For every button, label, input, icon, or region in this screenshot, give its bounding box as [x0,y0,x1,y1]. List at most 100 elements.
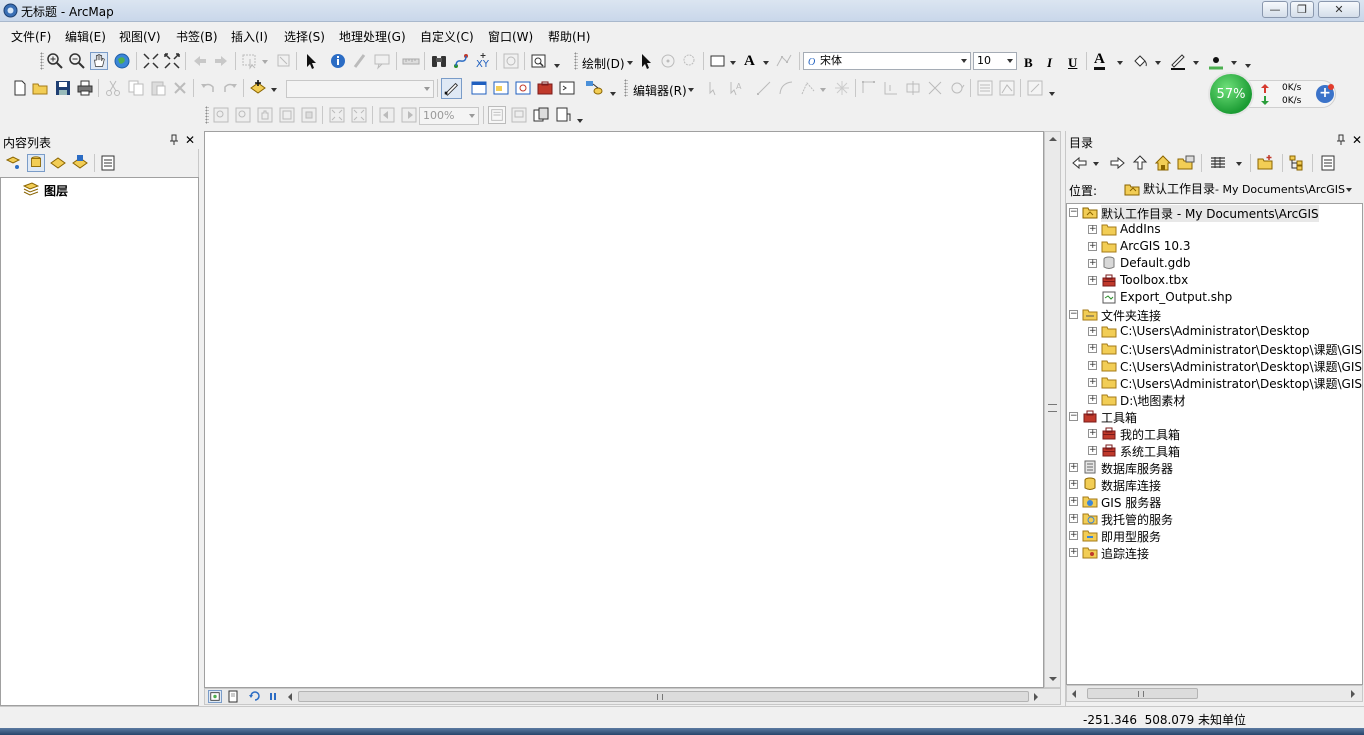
menu-customize[interactable]: 自定义(C) [420,28,474,45]
connect-to-folder-icon[interactable] [1177,154,1195,172]
split-tool-icon[interactable] [926,79,944,97]
toolbar-options-dropdown[interactable] [554,64,560,68]
rectangle-dropdown-icon[interactable] [730,61,736,65]
marker-color-dropdown-icon[interactable] [1231,61,1237,65]
catalog-tree-item[interactable]: + ArcGIS 10.3 [1067,238,1362,255]
catalog-tree-item[interactable]: − 文件夹连接 [1067,306,1362,323]
toc-options-icon[interactable] [99,154,117,172]
catalog-tree-item[interactable]: − 默认工作目录 - My Documents\ArcGIS [1067,204,1362,222]
edit-tool-icon[interactable] [704,79,722,97]
change-layout-icon[interactable] [532,106,550,124]
minimize-button[interactable]: — [1262,1,1288,18]
find-route-icon[interactable] [452,52,470,70]
html-popup-icon[interactable] [373,52,391,70]
font-size-select[interactable]: 10 [973,52,1017,70]
arctoolbox-window-icon[interactable] [536,79,554,97]
catalog-options-icon[interactable] [1319,154,1337,172]
edit-vertices-icon[interactable] [775,52,793,70]
map-view[interactable] [204,131,1044,688]
menu-geoprocessing[interactable]: 地理处理(G) [339,28,406,45]
catalog-tree-item[interactable]: Export_Output.shp [1067,289,1362,306]
home-icon[interactable] [1154,154,1172,172]
reshape-feature-icon[interactable] [882,79,900,97]
toggle-draft-mode-icon[interactable] [488,106,506,124]
attributes-icon[interactable] [976,79,994,97]
layout-back-extent-icon[interactable] [378,106,396,124]
toolbar-options-dropdown[interactable] [1049,92,1055,96]
redo-icon[interactable] [221,79,239,97]
expand-icon[interactable]: + [1069,463,1078,472]
catalog-tree-item[interactable]: + 系统工具箱 [1067,442,1362,459]
catalog-tree-item[interactable]: + 即用型服务 [1067,527,1362,544]
rotate-feature-icon[interactable] [948,79,966,97]
toolbar-grip[interactable] [40,52,44,70]
catalog-horizontal-scrollbar[interactable] [1066,685,1363,702]
zoom-out-icon[interactable] [68,52,86,70]
list-by-selection-icon[interactable] [71,154,89,172]
python-window-icon[interactable] [558,79,576,97]
catalog-tree-item[interactable]: + AddIns [1067,221,1362,238]
cut-polygons-icon[interactable] [904,79,922,97]
toggle-tree-icon[interactable] [1288,154,1306,172]
zoom-in-icon[interactable] [46,52,64,70]
underline-button[interactable]: U [1068,55,1077,71]
clear-selection-icon[interactable] [275,52,293,70]
select-features-dropdown[interactable] [262,60,268,64]
views-dropdown-icon[interactable] [1236,162,1242,166]
editor-menu-button[interactable]: 编辑器(R) [633,82,687,99]
edit-vertices-tool-icon[interactable] [860,79,878,97]
add-data-icon[interactable] [249,79,267,97]
layout-forward-extent-icon[interactable] [400,106,418,124]
table-of-contents-window-icon[interactable] [470,79,488,97]
menu-insert[interactable]: 插入(I) [231,28,268,45]
fill-color-dropdown-icon[interactable] [1155,61,1161,65]
toc-close-icon[interactable]: ✕ [185,133,195,147]
views-icon[interactable] [1209,154,1227,172]
expand-icon[interactable]: + [1069,514,1078,523]
expand-icon[interactable]: + [1088,378,1097,387]
undo-icon[interactable] [199,79,217,97]
menu-bookmarks[interactable]: 书签(B) [176,28,218,45]
expand-icon[interactable]: + [1088,395,1097,404]
cut-icon[interactable] [104,79,122,97]
pan-icon[interactable] [90,52,108,70]
catalog-tree-item[interactable]: + C:\Users\Administrator\Desktop\课题\GIS [1067,374,1362,391]
expand-icon[interactable]: + [1069,480,1078,489]
time-slider-icon[interactable] [502,52,520,70]
catalog-tree-item[interactable]: + 数据库连接 [1067,476,1362,493]
forward-extent-icon[interactable] [212,52,230,70]
expand-icon[interactable]: + [1069,531,1078,540]
expand-icon[interactable]: + [1088,225,1097,234]
new-folder-icon[interactable] [1257,154,1275,172]
layout-view-icon[interactable] [226,690,240,703]
delete-icon[interactable] [171,79,189,97]
straight-segment-icon[interactable] [755,79,773,97]
menu-view[interactable]: 视图(V) [119,28,161,45]
catalog-window-icon[interactable] [492,79,510,97]
toolbar-grip[interactable] [624,79,628,97]
scroll-grip-icon[interactable] [1048,404,1057,412]
zoom-whole-page-icon[interactable] [278,106,296,124]
list-by-visibility-icon[interactable] [49,154,67,172]
save-icon[interactable] [54,79,72,97]
identify-icon[interactable] [329,52,347,70]
expand-icon[interactable]: + [1088,276,1097,285]
add-data-dropdown-icon[interactable] [271,88,277,92]
data-view-icon[interactable] [208,690,222,703]
construction-tools-icon[interactable] [799,79,817,97]
font-color-dropdown-icon[interactable] [1117,61,1123,65]
catalog-tree-item[interactable]: + D:\地图素材 [1067,391,1362,408]
menu-help[interactable]: 帮助(H) [548,28,590,45]
rectangle-icon[interactable] [709,52,727,70]
catalog-tree-item[interactable]: + 追踪连接 [1067,544,1362,561]
layout-fixed-zoom-out-icon[interactable] [350,106,368,124]
layers-root-label[interactable]: 图层 [44,182,68,199]
network-speed-widget[interactable]: 0K/s 0K/s + 57% [1208,72,1336,116]
scroll-right-icon[interactable] [1351,690,1355,698]
find-icon[interactable] [430,52,448,70]
scroll-up-icon[interactable] [1049,137,1057,141]
catalog-tree-item[interactable]: + 数据库服务器 [1067,459,1362,476]
catalog-tree-item[interactable]: + Toolbox.tbx [1067,272,1362,289]
line-color-dropdown-icon[interactable] [1193,61,1199,65]
toolbar-grip[interactable] [574,52,578,70]
